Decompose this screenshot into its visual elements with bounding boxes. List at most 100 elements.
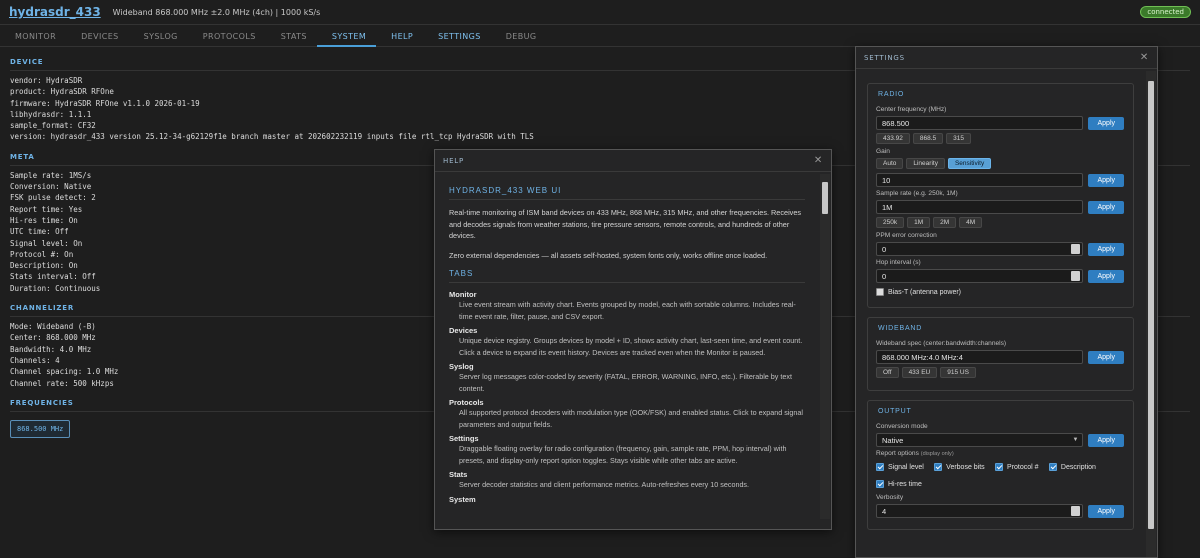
help-intro: Real-time monitoring of ISM band devices…	[449, 208, 802, 240]
conversion-mode-select[interactable]: Native ▼	[876, 433, 1084, 447]
radio-group: RADIO Center frequency (MHz) 868.500 App…	[867, 83, 1134, 308]
preset-315-button[interactable]: 315	[946, 133, 972, 144]
hi-res-time-label: Hi-res time	[888, 480, 922, 488]
tab-bar: MONITOR DEVICES SYSLOG PROTOCOLS STATS S…	[0, 26, 1200, 47]
tab-help[interactable]: HELP	[376, 26, 423, 47]
help-heading: HYDRASDR_433 WEB UI	[449, 186, 805, 200]
protocol-number-label: Protocol #	[1007, 463, 1039, 471]
apply-center-frequency-button[interactable]: Apply	[1088, 116, 1124, 130]
description-label: Description	[1060, 463, 1096, 471]
top-bar: hydrasdr_433 Wideband 868.000 MHz ±2.0 M…	[0, 0, 1200, 25]
sample-preset-1m-button[interactable]: 1M	[907, 217, 931, 228]
center-frequency-label: Center frequency (MHz)	[876, 106, 947, 113]
hop-interval-value: 0	[882, 272, 887, 281]
wideband-group-title: WIDEBAND	[878, 325, 923, 332]
signal-level-label: Signal level	[888, 463, 924, 471]
protocol-number-checkbox[interactable]: Protocol #	[995, 463, 1039, 471]
spinner-icon[interactable]	[1071, 271, 1081, 281]
verbosity-value: 4	[882, 507, 887, 516]
gain-linearity-button[interactable]: Linearity	[906, 158, 945, 169]
report-options-label: Report options (display only)	[876, 450, 1124, 457]
ppm-value: 0	[882, 245, 887, 254]
spinner-icon[interactable]	[1071, 244, 1081, 254]
ppm-stepper[interactable]: 0	[876, 242, 1084, 256]
output-group-title: OUTPUT	[878, 408, 912, 415]
signal-level-checkbox[interactable]: Signal level	[876, 463, 924, 471]
settings-panel-header[interactable]: SETTINGS ✕	[856, 47, 1157, 69]
checkbox-icon[interactable]	[876, 288, 884, 296]
apply-verbosity-button[interactable]: Apply	[1088, 504, 1124, 518]
verbose-bits-label: Verbose bits	[946, 463, 985, 471]
checkbox-icon[interactable]	[1048, 463, 1057, 471]
help-scrollbar[interactable]	[820, 174, 830, 519]
hi-res-time-checkbox[interactable]: Hi-res time	[876, 480, 922, 488]
tab-monitor[interactable]: MONITOR	[0, 26, 66, 47]
tab-protocols[interactable]: PROTOCOLS	[188, 26, 266, 47]
conversion-mode-label: Conversion mode	[876, 423, 928, 430]
settings-scrollbar[interactable]	[1146, 71, 1156, 557]
apply-ppm-button[interactable]: Apply	[1088, 242, 1124, 256]
apply-sample-rate-button[interactable]: Apply	[1088, 200, 1124, 214]
verbosity-stepper[interactable]: 4	[876, 504, 1084, 518]
report-options-text: Report options	[876, 450, 919, 457]
settings-panel-title: SETTINGS	[864, 53, 905, 62]
header-subtitle: Wideband 868.000 MHz ±2.0 MHz (4ch) | 10…	[112, 7, 321, 17]
sample-rate-input[interactable]: 1M	[876, 200, 1084, 214]
checkbox-icon[interactable]	[876, 463, 884, 471]
frequency-chip[interactable]: 868.500 MHz	[10, 419, 71, 438]
help-desc: Draggable floating overlay for radio con…	[459, 444, 787, 465]
bias-t-checkbox[interactable]: Bias-T (antenna power)	[876, 288, 961, 296]
sample-rate-label: Sample rate (e.g. 250k, 1M)	[876, 190, 958, 197]
settings-panel: SETTINGS ✕ RADIO Center frequency (MHz) …	[855, 46, 1158, 558]
connection-status-badge: connected	[1140, 6, 1191, 18]
preset-868-button[interactable]: 868.5	[912, 133, 944, 144]
tab-settings[interactable]: SETTINGS	[423, 26, 491, 47]
close-icon[interactable]: ✕	[814, 155, 823, 166]
tab-devices[interactable]: DEVICES	[66, 26, 129, 47]
close-icon[interactable]: ✕	[1140, 52, 1149, 63]
sample-preset-2m-button[interactable]: 2M	[933, 217, 957, 228]
help-scrollbar-thumb[interactable]	[822, 182, 828, 214]
tab-syslog[interactable]: SYSLOG	[129, 26, 188, 47]
gain-label: Gain	[876, 148, 890, 155]
hop-interval-stepper[interactable]: 0	[876, 269, 1084, 283]
help-desc: Server log messages color-coded by sever…	[459, 372, 792, 393]
wideband-915us-button[interactable]: 915 US	[940, 367, 976, 378]
help-panel-header[interactable]: HELP ✕	[435, 150, 831, 172]
checkbox-icon[interactable]	[876, 480, 884, 488]
help-desc: Live event stream with activity chart. E…	[459, 300, 796, 321]
gain-sensitivity-button[interactable]: Sensitivity	[947, 158, 992, 169]
wideband-spec-input[interactable]: 868.000 MHz:4.0 MHz:4	[876, 350, 1084, 364]
gain-auto-button[interactable]: Auto	[876, 158, 904, 169]
apply-gain-button[interactable]: Apply	[1088, 173, 1124, 187]
wideband-off-button[interactable]: Off	[876, 367, 899, 378]
help-note: Zero external dependencies — all assets …	[449, 250, 768, 260]
help-term: System	[449, 494, 476, 504]
app-title-link[interactable]: hydrasdr_433	[9, 5, 101, 19]
help-term: Monitor	[449, 290, 477, 299]
help-desc: Unique device registry. Groups devices b…	[459, 336, 803, 357]
wideband-433eu-button[interactable]: 433 EU	[901, 367, 938, 378]
help-panel: HELP ✕ HYDRASDR_433 WEB UI Real-time mon…	[434, 149, 832, 530]
tab-stats[interactable]: STATS	[266, 26, 317, 47]
description-checkbox[interactable]: Description	[1048, 463, 1096, 471]
settings-scrollbar-thumb[interactable]	[1148, 81, 1154, 529]
apply-hop-interval-button[interactable]: Apply	[1088, 269, 1124, 283]
tab-debug[interactable]: DEBUG	[491, 26, 547, 47]
apply-conversion-button[interactable]: Apply	[1088, 433, 1124, 447]
help-term: Settings	[449, 434, 479, 443]
checkbox-icon[interactable]	[934, 463, 943, 471]
verbose-bits-checkbox[interactable]: Verbose bits	[934, 463, 985, 471]
checkbox-icon[interactable]	[995, 463, 1004, 471]
radio-group-title: RADIO	[878, 91, 905, 98]
spinner-icon[interactable]	[1071, 506, 1081, 516]
help-term: Stats	[449, 470, 468, 479]
help-content: HYDRASDR_433 WEB UI Real-time monitoring…	[435, 174, 819, 529]
gain-input[interactable]: 10	[876, 173, 1084, 187]
center-frequency-input[interactable]: 868.500	[876, 116, 1084, 130]
preset-433-button[interactable]: 433.92	[876, 133, 910, 144]
sample-preset-250k-button[interactable]: 250k	[876, 217, 905, 228]
apply-wideband-button[interactable]: Apply	[1088, 350, 1124, 364]
sample-preset-4m-button[interactable]: 4M	[959, 217, 983, 228]
tab-system[interactable]: SYSTEM	[316, 26, 377, 47]
